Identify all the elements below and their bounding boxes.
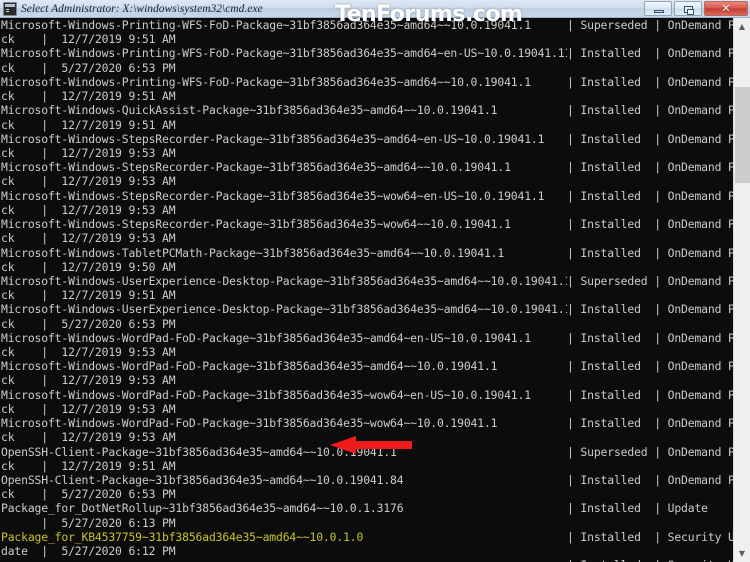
console-line-status: | Installed | OnDemand Pa: [567, 160, 733, 175]
minimize-icon: [654, 10, 664, 13]
console-line-status: | Superseded | OnDemand Pa: [567, 273, 733, 288]
maximize-button[interactable]: [674, 1, 702, 16]
console-line-status: [567, 174, 733, 188]
console-line-status: [567, 89, 733, 103]
console-line-status: [567, 373, 733, 387]
console-line-status: [567, 118, 733, 132]
console-line-status: [567, 288, 733, 302]
console-status-column: | Superseded | OnDemand Pa | Installed | …: [567, 18, 733, 562]
console-line-status: [567, 231, 733, 245]
console-line-status: | Installed | OnDemand Pa: [567, 302, 733, 317]
console-line-status: [567, 459, 733, 473]
console-line-status: | Installed | OnDemand Pa: [567, 416, 733, 431]
console-line-status: | Installed | OnDemand Pa: [567, 473, 733, 487]
console-line-status: [567, 203, 733, 217]
title-bar[interactable]: Select Administrator: X:\windows\system3…: [0, 0, 750, 18]
console-line-status: | Installed | Security Up: [567, 529, 733, 544]
console-line-status: | Installed | OnDemand Pa: [567, 245, 733, 260]
console-line-status: | Installed | OnDemand Pa: [567, 188, 733, 203]
console-line-status: [567, 544, 733, 558]
close-button[interactable]: ✕: [704, 1, 748, 16]
scroll-up-arrow-icon[interactable]: ▲: [734, 18, 750, 35]
console-line-status: [567, 345, 733, 359]
console-line-status: | Superseded | OnDemand Pa: [567, 18, 733, 32]
console-line-status: | Installed | Update: [567, 501, 708, 516]
scroll-down-arrow-icon[interactable]: ▼: [734, 545, 750, 562]
console-line-status: | Installed | OnDemand Pa: [567, 387, 733, 402]
console-line-status: [567, 317, 733, 331]
maximize-icon: [684, 6, 694, 15]
console-output[interactable]: Microsoft-Windows-Printing-WFS-FoD-Packa…: [0, 18, 733, 562]
console-line-status: [567, 260, 733, 274]
console-line-status: | Installed | OnDemand Pa: [567, 74, 733, 89]
close-icon: ✕: [721, 2, 731, 15]
vertical-scrollbar[interactable]: ▲ ▼: [733, 18, 750, 562]
console-line-status: | Installed | OnDemand Pa: [567, 103, 733, 118]
console-line-status: | Superseded | OnDemand Pa: [567, 444, 733, 459]
scrollbar-thumb[interactable]: [735, 87, 750, 183]
console-window: Select Administrator: X:\windows\system3…: [0, 0, 750, 562]
console-line-status: | Installed | OnDemand Pa: [567, 217, 733, 232]
window-controls: ✕: [642, 0, 748, 17]
console-line-status: [567, 32, 733, 46]
console-line-status: [567, 146, 733, 160]
console-line-status: | Installed | OnDemand Pa: [567, 359, 733, 374]
console-icon: [3, 1, 17, 16]
console-line-status: [567, 487, 733, 501]
console-line-status: [567, 402, 733, 416]
console-line-status: | Installed | OnDemand Pa: [567, 46, 733, 61]
console-line-status: | Installed | OnDemand Pa: [567, 131, 733, 146]
console-line-status: | Installed | OnDemand Pa: [567, 330, 733, 345]
console-line-status: | Installed | Security Up: [567, 558, 733, 562]
minimize-button[interactable]: [644, 1, 672, 16]
window-title: Select Administrator: X:\windows\system3…: [21, 2, 263, 15]
console-line-status: [567, 430, 733, 444]
console-line-status: [567, 516, 733, 530]
console-line-status: [567, 61, 733, 75]
